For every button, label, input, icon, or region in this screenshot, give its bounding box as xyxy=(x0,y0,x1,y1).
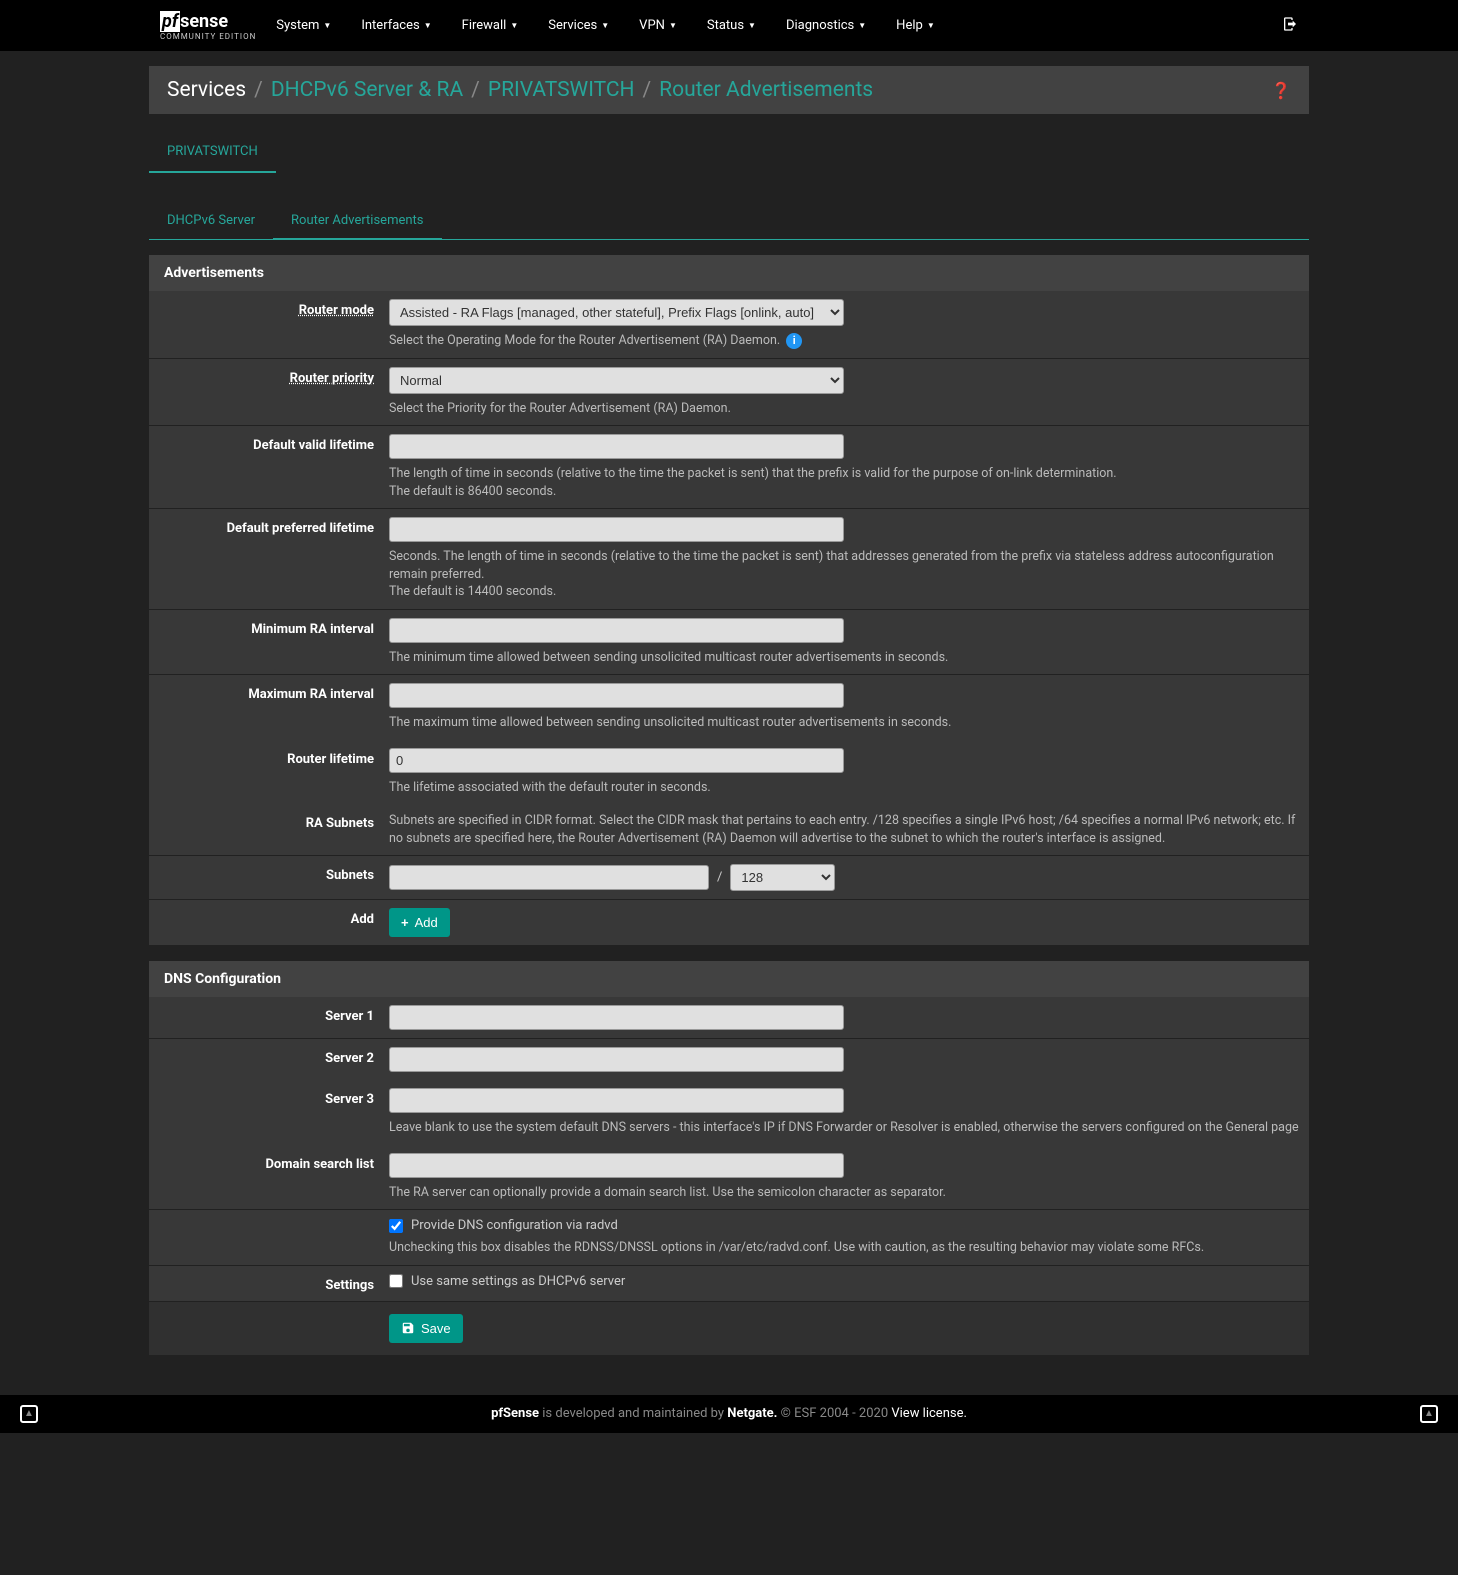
plus-icon: + xyxy=(401,915,409,930)
logo-sense: sense xyxy=(180,11,228,32)
footer-text: pfSense is developed and maintained by N… xyxy=(491,1406,967,1421)
nav-vpn[interactable]: VPN▼ xyxy=(639,18,677,33)
label-subnets: Subnets xyxy=(159,864,389,891)
subnet-separator: / xyxy=(717,870,722,885)
breadcrumb-current[interactable]: Router Advertisements xyxy=(659,78,873,102)
navbar: pfsense COMMUNITY EDITION System▼ Interf… xyxy=(0,0,1458,51)
logout-icon xyxy=(1282,16,1298,32)
nav-diagnostics[interactable]: Diagnostics▼ xyxy=(786,18,866,33)
logo[interactable]: pfsense COMMUNITY EDITION xyxy=(160,11,256,41)
help-server3: Leave blank to use the system default DN… xyxy=(389,1119,1299,1137)
help-default-valid: The length of time in seconds (relative … xyxy=(389,465,1299,500)
input-server3[interactable] xyxy=(389,1088,844,1113)
tab-dhcpv6-server[interactable]: DHCPv6 Server xyxy=(149,203,273,239)
nav-firewall[interactable]: Firewall▼ xyxy=(462,18,519,33)
tab-privatswitch[interactable]: PRIVATSWITCH xyxy=(149,132,276,173)
label-min-ra: Minimum RA interval xyxy=(159,618,389,667)
input-min-ra[interactable] xyxy=(389,618,844,643)
info-icon[interactable]: i xyxy=(786,333,802,349)
panel-title-dns: DNS Configuration xyxy=(149,961,1309,997)
nav-help[interactable]: Help▼ xyxy=(896,18,935,33)
footer: ▲ pfSense is developed and maintained by… xyxy=(0,1395,1458,1433)
tabs-interface: PRIVATSWITCH xyxy=(149,132,1309,173)
help-router-lifetime: The lifetime associated with the default… xyxy=(389,779,1299,797)
logout-button[interactable] xyxy=(1282,16,1298,36)
save-icon xyxy=(401,1321,415,1335)
label-default-valid: Default valid lifetime xyxy=(159,434,389,500)
help-router-priority: Select the Priority for the Router Adver… xyxy=(389,400,1299,418)
scroll-top-right[interactable]: ▲ xyxy=(1420,1405,1438,1423)
label-ra-subnets: RA Subnets xyxy=(159,812,389,847)
checkbox-same-settings[interactable] xyxy=(389,1274,403,1288)
input-domain-search[interactable] xyxy=(389,1153,844,1178)
input-max-ra[interactable] xyxy=(389,683,844,708)
help-radvd: Unchecking this box disables the RDNSS/D… xyxy=(389,1239,1299,1257)
label-router-mode: Router mode xyxy=(159,299,389,350)
help-default-pref: Seconds. The length of time in seconds (… xyxy=(389,548,1299,601)
panel-dns: DNS Configuration Server 1 Server 2 Serv… xyxy=(149,961,1309,1355)
view-license-link[interactable]: View license. xyxy=(891,1406,967,1421)
nav-services[interactable]: Services▼ xyxy=(548,18,609,33)
input-server1[interactable] xyxy=(389,1005,844,1030)
help-router-mode: Select the Operating Mode for the Router… xyxy=(389,333,780,348)
label-router-lifetime: Router lifetime xyxy=(159,748,389,797)
tab-router-advertisements[interactable]: Router Advertisements xyxy=(273,203,441,240)
breadcrumb-link1[interactable]: DHCPv6 Server & RA xyxy=(271,78,463,102)
nav-system[interactable]: System▼ xyxy=(276,18,331,33)
panel-title-advertisements: Advertisements xyxy=(149,255,1309,291)
select-router-priority[interactable]: Normal xyxy=(389,367,844,394)
tabs-subpage: DHCPv6 Server Router Advertisements xyxy=(149,203,1309,240)
help-icon[interactable]: ❓ xyxy=(1271,81,1291,100)
label-add: Add xyxy=(159,908,389,937)
input-subnet[interactable] xyxy=(389,865,709,890)
help-max-ra: The maximum time allowed between sending… xyxy=(389,714,1299,732)
save-button[interactable]: Save xyxy=(389,1314,463,1343)
breadcrumb-root[interactable]: Services xyxy=(167,78,246,102)
select-router-mode[interactable]: Assisted - RA Flags [managed, other stat… xyxy=(389,299,844,326)
breadcrumb-link2[interactable]: PRIVATSWITCH xyxy=(488,78,635,102)
label-domain-search: Domain search list xyxy=(159,1153,389,1202)
label-default-pref: Default preferred lifetime xyxy=(159,517,389,601)
add-button[interactable]: +Add xyxy=(389,908,450,937)
checkbox-radvd[interactable] xyxy=(389,1219,403,1233)
input-default-valid[interactable] xyxy=(389,434,844,459)
logo-pf: pf xyxy=(160,11,180,32)
label-server2: Server 2 xyxy=(159,1047,389,1072)
panel-advertisements: Advertisements Router mode Assisted - RA… xyxy=(149,255,1309,946)
input-default-pref[interactable] xyxy=(389,517,844,542)
label-server1: Server 1 xyxy=(159,1005,389,1030)
label-server3: Server 3 xyxy=(159,1088,389,1137)
scroll-top-left[interactable]: ▲ xyxy=(20,1405,38,1423)
label-checkbox-radvd: Provide DNS configuration via radvd xyxy=(411,1218,618,1233)
breadcrumb: Services / DHCPv6 Server & RA / PRIVATSW… xyxy=(149,66,1309,114)
help-ra-subnets: Subnets are specified in CIDR format. Se… xyxy=(389,812,1299,847)
select-subnet-mask[interactable]: 128 xyxy=(730,864,835,891)
label-checkbox-same-settings: Use same settings as DHCPv6 server xyxy=(411,1274,625,1289)
help-domain-search: The RA server can optionally provide a d… xyxy=(389,1184,1299,1202)
label-max-ra: Maximum RA interval xyxy=(159,683,389,732)
help-min-ra: The minimum time allowed between sending… xyxy=(389,649,1299,667)
label-settings: Settings xyxy=(159,1274,389,1293)
input-server2[interactable] xyxy=(389,1047,844,1072)
label-router-priority: Router priority xyxy=(159,367,389,418)
input-router-lifetime[interactable] xyxy=(389,748,844,773)
nav-status[interactable]: Status▼ xyxy=(707,18,756,33)
logo-subtitle: COMMUNITY EDITION xyxy=(160,32,256,41)
nav-interfaces[interactable]: Interfaces▼ xyxy=(361,18,431,33)
